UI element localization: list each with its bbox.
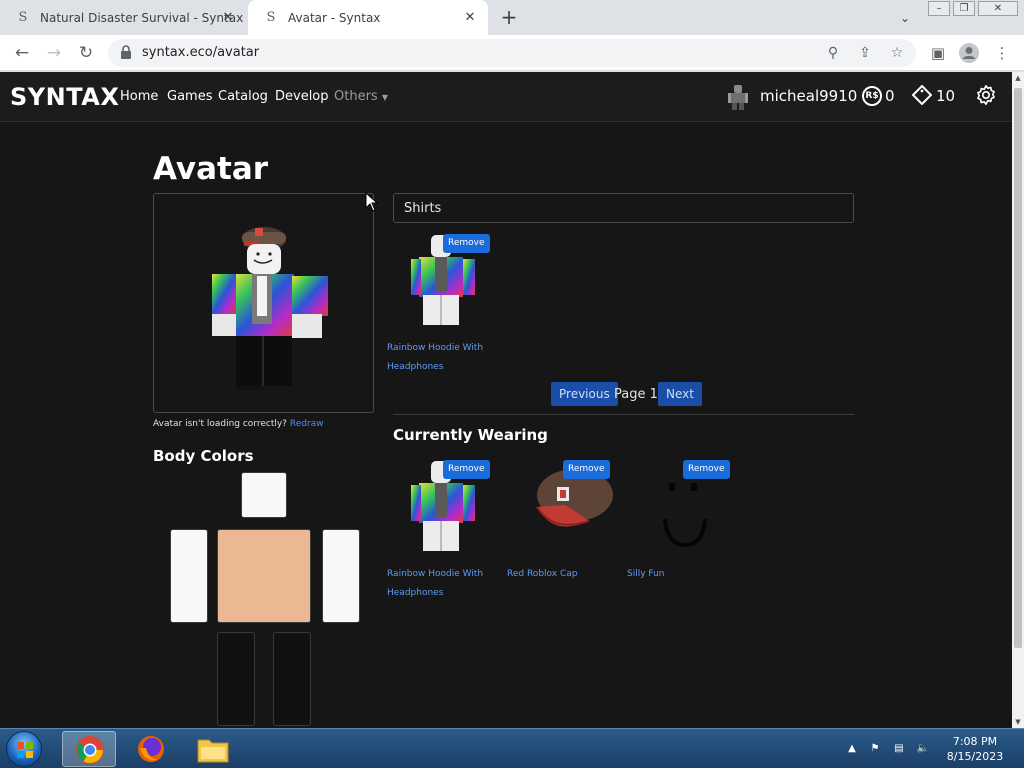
nav-games[interactable]: Games: [167, 89, 212, 104]
browser-tab-1[interactable]: S Natural Disaster Survival - Syntax ✕: [0, 0, 246, 35]
avatar-render: [212, 227, 328, 390]
username[interactable]: micheal9910: [760, 87, 857, 105]
currently-wearing-title: Currently Wearing: [393, 426, 548, 444]
taskbar-firefox[interactable]: [124, 731, 178, 767]
robux-count[interactable]: 0: [885, 87, 895, 105]
page-scrollbar[interactable]: ▲ ▼: [1012, 72, 1024, 728]
bookmark-star-icon[interactable]: ☆: [888, 44, 906, 62]
scroll-down-icon[interactable]: ▼: [1012, 716, 1024, 728]
nav-develop[interactable]: Develop: [275, 89, 329, 104]
nav-others-label: Others: [334, 89, 378, 104]
mouse-cursor-icon: [365, 192, 379, 212]
redraw-link[interactable]: Redraw: [290, 419, 324, 429]
back-arrow-icon[interactable]: ←: [10, 41, 34, 65]
item-name[interactable]: Rainbow Hoodie With Headphones: [387, 339, 497, 377]
ticket-count[interactable]: 10: [936, 87, 955, 105]
remove-button[interactable]: Remove: [563, 460, 610, 479]
start-button[interactable]: [6, 731, 42, 767]
wearing-item[interactable]: Remove Rainbow Hoodie With Headphones: [387, 455, 503, 605]
zoom-icon[interactable]: ⚲: [824, 44, 842, 62]
item-name[interactable]: Silly Fun: [627, 565, 737, 584]
volume-muted-icon[interactable]: 🔈: [916, 742, 930, 756]
close-window-button[interactable]: ✕: [978, 1, 1018, 16]
browser-tab-2[interactable]: S Avatar - Syntax ✕: [248, 0, 488, 35]
profile-avatar-icon: [959, 43, 979, 63]
forward-arrow-icon[interactable]: →: [42, 41, 66, 65]
syntax-logo-icon: S: [18, 10, 28, 25]
previous-page-button[interactable]: Previous: [551, 382, 618, 406]
new-tab-button[interactable]: +: [498, 6, 520, 28]
body-color-right-leg[interactable]: [273, 632, 311, 726]
scroll-up-icon[interactable]: ▲: [1012, 72, 1024, 84]
next-page-button[interactable]: Next: [658, 382, 702, 406]
lock-icon: [121, 45, 131, 59]
nav-others[interactable]: Others ▼: [334, 89, 388, 104]
body-color-head[interactable]: [241, 472, 287, 518]
address-bar[interactable]: syntax.eco/avatar ⚲ ⇪ ☆: [108, 39, 916, 67]
close-tab-icon[interactable]: ✕: [220, 10, 236, 26]
wearing-item[interactable]: Remove Silly Fun: [627, 455, 743, 605]
scrollbar-thumb[interactable]: [1014, 88, 1022, 648]
category-value: Shirts: [404, 201, 442, 216]
section-divider: [393, 414, 854, 415]
robux-icon: R$: [862, 86, 882, 106]
browser-menu-icon[interactable]: ⋮: [990, 41, 1014, 65]
network-icon[interactable]: ▤: [892, 742, 906, 756]
clock-time: 7:08 PM: [952, 735, 998, 748]
category-select[interactable]: Shirts: [393, 193, 854, 223]
remove-button[interactable]: Remove: [683, 460, 730, 479]
minimize-window-button[interactable]: –: [928, 1, 950, 16]
caret-down-icon: ▼: [381, 93, 388, 102]
close-tab-icon[interactable]: ✕: [462, 10, 478, 26]
taskbar-chrome[interactable]: [62, 731, 116, 767]
folder-icon: [197, 739, 229, 763]
action-center-icon[interactable]: ⚑: [868, 742, 882, 756]
body-color-left-arm[interactable]: [170, 529, 208, 623]
profile-icon[interactable]: [957, 41, 981, 65]
item-name[interactable]: Red Roblox Cap: [507, 565, 617, 584]
avatar-note-text: Avatar isn't loading correctly?: [153, 419, 287, 429]
nav-home[interactable]: Home: [120, 89, 158, 104]
gear-icon[interactable]: [975, 84, 997, 106]
syntax-logo-icon: S: [266, 10, 276, 25]
taskbar-file-explorer[interactable]: [186, 731, 240, 767]
firefox-icon: [138, 736, 164, 762]
body-color-right-arm[interactable]: [322, 529, 360, 623]
tab-title: Natural Disaster Survival - Syntax: [40, 10, 244, 25]
chrome-icon: [76, 736, 104, 764]
site-navbar: SYNTAX Home Games Catalog Develop Others…: [0, 72, 1012, 122]
windows-logo-icon: [17, 742, 33, 758]
item-name[interactable]: Rainbow Hoodie With Headphones: [387, 565, 497, 603]
remove-button[interactable]: Remove: [443, 234, 490, 253]
body-colors-title: Body Colors: [153, 447, 254, 465]
windows-taskbar: ▲ ⚑ ▤ 🔈 7:08 PM 8/15/2023: [0, 728, 1024, 768]
ticket-icon: [912, 85, 932, 105]
share-icon[interactable]: ⇪: [856, 44, 874, 62]
nav-catalog[interactable]: Catalog: [218, 89, 268, 104]
side-panel-icon[interactable]: ▣: [926, 41, 950, 65]
clock-date: 8/15/2023: [946, 750, 1004, 763]
page-title: Avatar: [153, 151, 269, 187]
tab-title: Avatar - Syntax: [288, 10, 381, 25]
site-logo[interactable]: SYNTAX: [10, 83, 119, 111]
wearing-item[interactable]: Remove Red Roblox Cap: [507, 455, 623, 605]
tray-expand-icon[interactable]: ▲: [845, 742, 859, 756]
body-color-left-leg[interactable]: [217, 632, 255, 726]
inventory-item[interactable]: Remove Rainbow Hoodie With Headphones: [387, 229, 503, 379]
site-viewport: SYNTAX Home Games Catalog Develop Others…: [0, 72, 1012, 728]
avatar-note: Avatar isn't loading correctly? Redraw: [153, 419, 324, 429]
system-clock[interactable]: 7:08 PM 8/15/2023: [940, 734, 1010, 764]
reload-icon[interactable]: ↻: [74, 41, 98, 65]
avatar-preview: [153, 193, 374, 413]
page-indicator: Page 1: [614, 387, 658, 402]
browser-toolbar: ← → ↻ syntax.eco/avatar ⚲ ⇪ ☆ ▣ ⋮: [0, 35, 1024, 71]
tab-search-icon[interactable]: ⌄: [895, 8, 915, 28]
body-color-torso[interactable]: [217, 529, 311, 623]
user-avatar-icon[interactable]: [728, 84, 748, 110]
url-text: syntax.eco/avatar: [142, 45, 260, 60]
browser-tabstrip: S Natural Disaster Survival - Syntax ✕ S…: [0, 0, 1024, 35]
remove-button[interactable]: Remove: [443, 460, 490, 479]
restore-window-button[interactable]: ❐: [953, 1, 975, 16]
